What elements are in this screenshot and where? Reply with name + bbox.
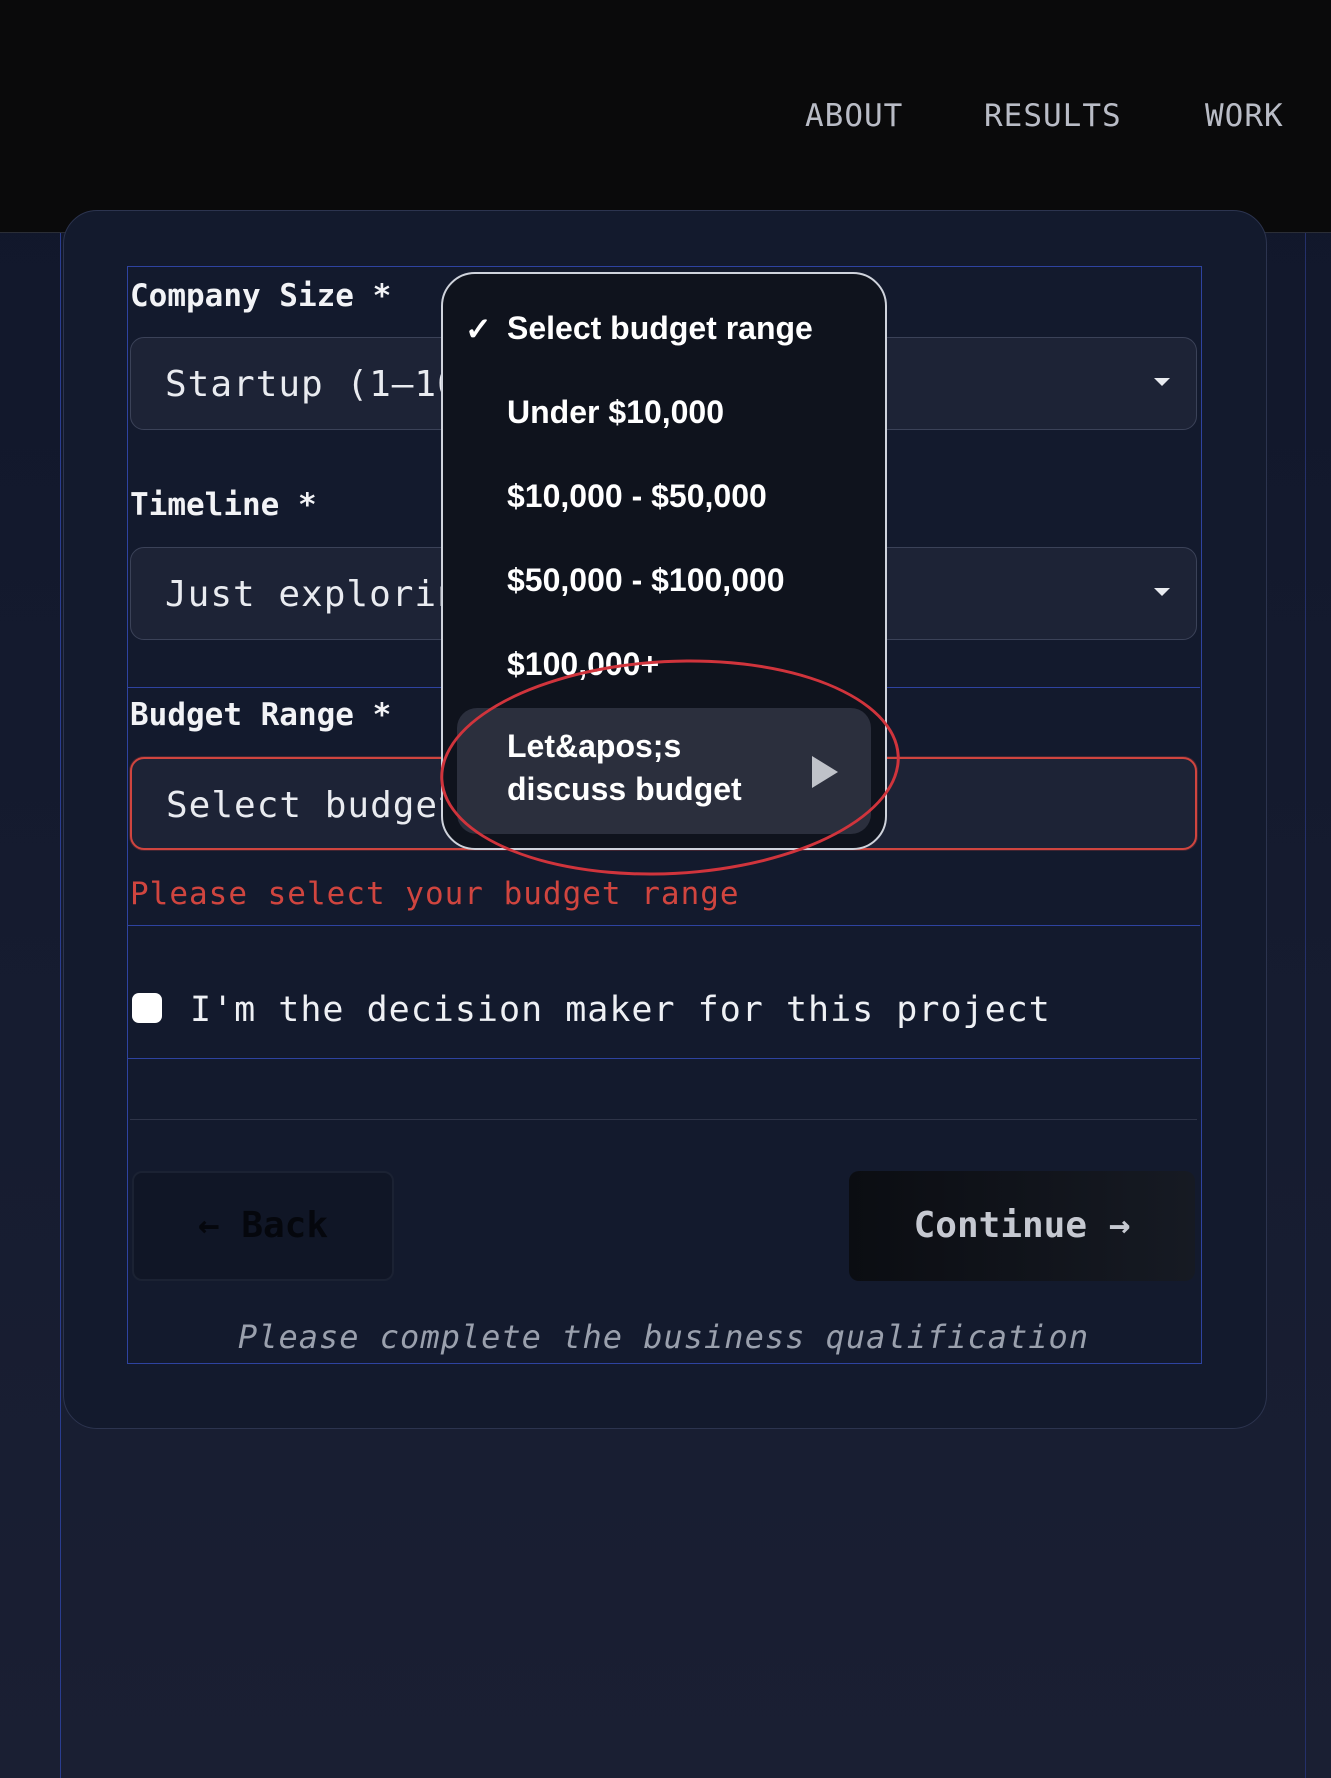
chevron-down-icon (1154, 378, 1170, 386)
timeline-value: Just explorin (165, 574, 460, 615)
nav-link-results[interactable]: RESULTS (984, 98, 1122, 134)
top-navbar: ABOUT RESULTS WORK (0, 0, 1331, 233)
option-label: $10,000 - $50,000 (507, 478, 767, 514)
option-label: Select budget range (507, 310, 813, 346)
back-button[interactable]: ← Back (132, 1171, 394, 1281)
budget-range-label: Budget Range * (130, 697, 392, 733)
budget-error-message: Please select your budget range (130, 876, 740, 912)
decision-maker-checkbox[interactable] (132, 993, 162, 1023)
timeline-label: Timeline * (130, 487, 317, 523)
nav-link-about[interactable]: ABOUT (805, 98, 903, 134)
company-size-label: Company Size * (130, 278, 392, 314)
nav-link-work[interactable]: WORK (1205, 98, 1284, 134)
continue-button[interactable]: Continue → (849, 1171, 1195, 1281)
section-guide-line (127, 1058, 1200, 1059)
form-hint-text: Please complete the business qualificati… (237, 1318, 1090, 1356)
option-label: $50,000 - $100,000 (507, 562, 785, 598)
form-divider (130, 1119, 1197, 1120)
layout-guide-right (1305, 232, 1306, 1778)
option-label: Under $10,000 (507, 394, 725, 430)
company-size-value: Startup (1–10 (165, 364, 460, 405)
decision-maker-label[interactable]: I'm the decision maker for this project (190, 990, 1051, 1030)
section-guide-line (127, 925, 1200, 926)
chevron-down-icon (1154, 588, 1170, 596)
budget-range-value: Select budget (166, 785, 461, 826)
layout-guide-left (60, 232, 61, 1778)
checkmark-icon: ✓ (465, 311, 492, 347)
